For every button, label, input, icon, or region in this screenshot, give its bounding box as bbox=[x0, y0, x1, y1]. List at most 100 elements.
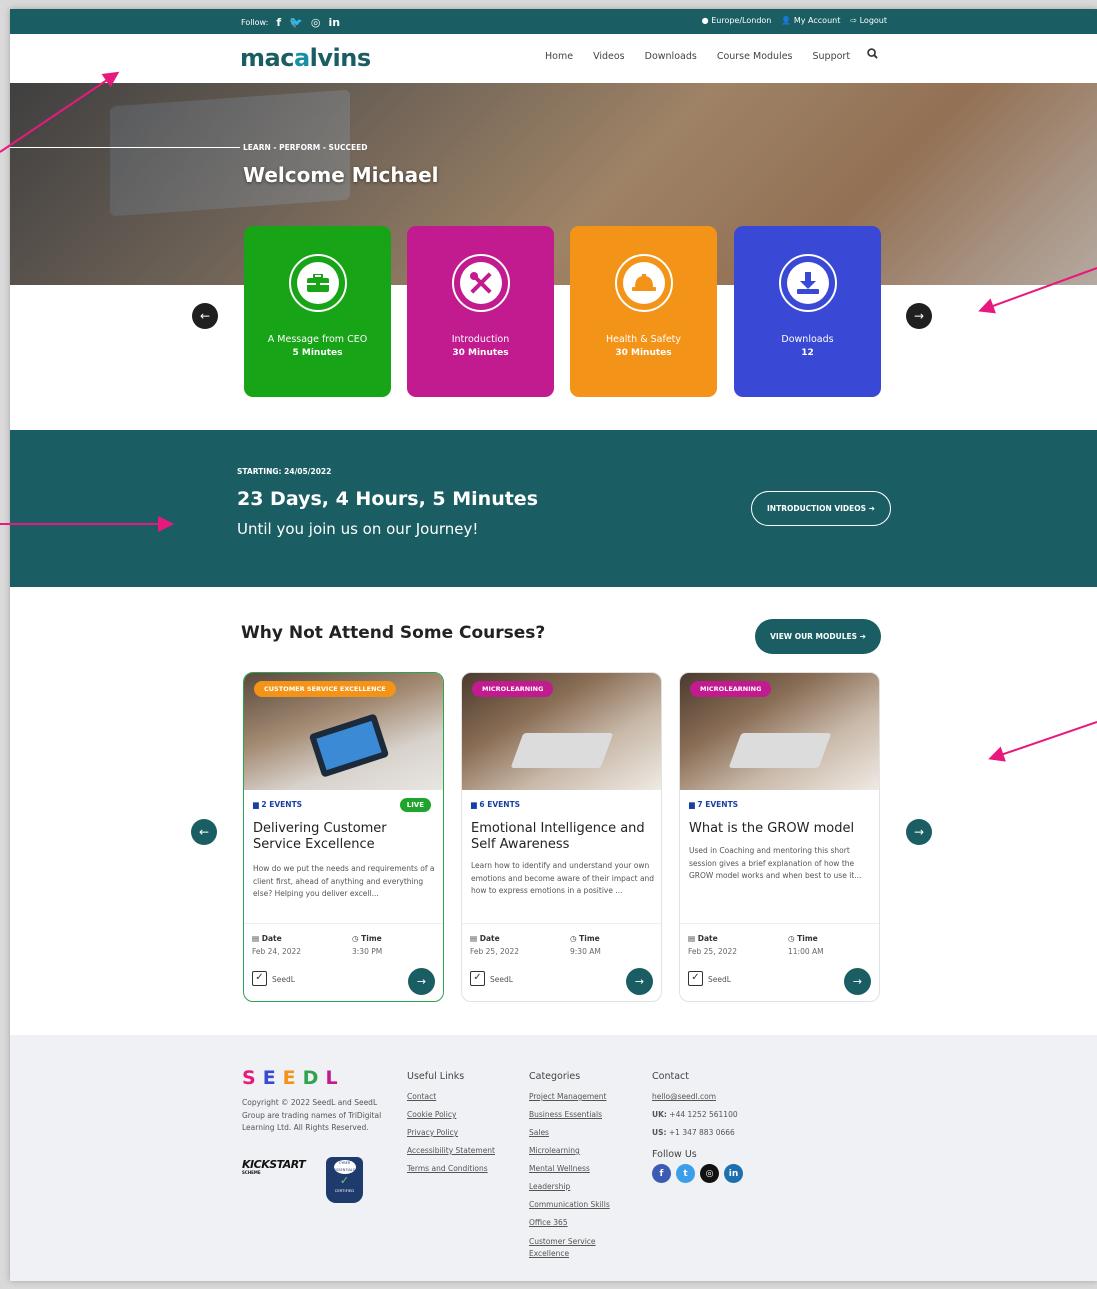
arrow-right-icon: → bbox=[913, 309, 925, 323]
category-link[interactable]: Office 365 bbox=[529, 1218, 624, 1227]
course-time: 9:30 AM bbox=[570, 947, 601, 956]
calendar-icon: ▆ bbox=[689, 800, 695, 809]
category-link[interactable]: Customer Service Excellence bbox=[529, 1236, 624, 1260]
logout-link[interactable]: ⇨ Logout bbox=[850, 16, 887, 25]
tiles-next-button[interactable]: → bbox=[906, 303, 932, 329]
tile-downloads[interactable]: Downloads 12 bbox=[734, 226, 881, 397]
arrow-left-icon: ← bbox=[199, 309, 211, 323]
clock-icon: ◷ bbox=[352, 934, 359, 943]
countdown-banner: STARTING: 24/05/2022 23 Days, 4 Hours, 5… bbox=[10, 430, 1097, 587]
tile-ceo-message[interactable]: A Message from CEO 5 Minutes bbox=[244, 226, 391, 397]
date-label: ▤ Date bbox=[252, 934, 282, 943]
facebook-icon[interactable]: f bbox=[276, 16, 281, 29]
nav-menu: Home Videos Downloads Course Modules Sup… bbox=[545, 51, 850, 62]
category-link[interactable]: Sales bbox=[529, 1128, 624, 1137]
course-date: Feb 25, 2022 bbox=[688, 947, 738, 956]
course-events: ▆ 6 EVENTS bbox=[471, 800, 521, 809]
logout-icon: ⇨ bbox=[850, 16, 858, 25]
tile-health-safety[interactable]: Health & Safety 30 Minutes bbox=[570, 226, 717, 397]
nav-item-videos[interactable]: Videos bbox=[593, 51, 625, 62]
seedl-logo[interactable]: SEEDL bbox=[242, 1067, 345, 1089]
twitter-icon[interactable]: 🐦 bbox=[289, 16, 303, 29]
footer-link-terms[interactable]: Terms and Conditions bbox=[407, 1164, 495, 1173]
course-organizer: SeedL bbox=[708, 975, 731, 984]
course-title[interactable]: What is the GROW model bbox=[689, 821, 874, 837]
courses-prev-button[interactable]: ← bbox=[191, 819, 217, 845]
course-tag: CUSTOMER SERVICE EXCELLENCE bbox=[254, 681, 396, 697]
checkbox-icon: ✓ bbox=[470, 971, 485, 986]
category-link[interactable]: Project Management bbox=[529, 1092, 624, 1101]
uk-phone: UK: +44 1252 561100 bbox=[652, 1110, 738, 1119]
user-icon: 👤 bbox=[781, 16, 792, 25]
category-link[interactable]: Communication Skills bbox=[529, 1200, 624, 1209]
my-account-link[interactable]: 👤 My Account bbox=[781, 16, 840, 25]
footer-link-privacy-policy[interactable]: Privacy Policy bbox=[407, 1128, 495, 1137]
calendar-icon: ▤ bbox=[470, 934, 478, 943]
category-link[interactable]: Mental Wellness bbox=[529, 1164, 624, 1173]
social-links: f t ◎ in bbox=[652, 1164, 743, 1183]
nav-item-course-modules[interactable]: Course Modules bbox=[717, 51, 793, 62]
instagram-icon[interactable]: ◎ bbox=[311, 16, 321, 29]
date-label: ▤ Date bbox=[688, 934, 718, 943]
twitter-icon[interactable]: t bbox=[676, 1164, 695, 1183]
globe-icon: ● bbox=[701, 16, 709, 25]
search-icon[interactable] bbox=[867, 48, 878, 62]
facebook-icon[interactable]: f bbox=[652, 1164, 671, 1183]
course-card[interactable]: CUSTOMER SERVICE EXCELLENCE ▆ 2 EVENTS L… bbox=[243, 672, 444, 1002]
tools-icon bbox=[459, 262, 502, 304]
categories-heading: Categories bbox=[529, 1071, 581, 1082]
useful-links-column: Useful Links Contact Cookie Policy Priva… bbox=[407, 1071, 495, 1182]
category-link[interactable]: Microlearning bbox=[529, 1146, 624, 1155]
view-modules-button[interactable]: VIEW OUR MODULES ➔ bbox=[755, 619, 881, 654]
useful-links-heading: Useful Links bbox=[407, 1071, 465, 1082]
course-title[interactable]: Emotional Intelligence and Self Awarenes… bbox=[471, 821, 656, 853]
course-go-button[interactable]: → bbox=[626, 968, 653, 995]
course-card[interactable]: MICROLEARNING ▆ 6 EVENTS Emotional Intel… bbox=[461, 672, 662, 1002]
courses-next-button[interactable]: → bbox=[906, 819, 932, 845]
download-icon bbox=[786, 262, 829, 304]
courses-heading: Why Not Attend Some Courses? bbox=[241, 623, 546, 643]
page: Follow: f 🐦 ◎ in ● Europe/London 👤 My Ac… bbox=[10, 9, 1097, 1281]
footer-link-cookie-policy[interactable]: Cookie Policy bbox=[407, 1110, 495, 1119]
course-title[interactable]: Delivering Customer Service Excellence bbox=[253, 821, 438, 853]
linkedin-icon[interactable]: in bbox=[724, 1164, 743, 1183]
category-link[interactable]: Leadership bbox=[529, 1182, 624, 1191]
timezone-link[interactable]: ● Europe/London bbox=[702, 16, 772, 25]
footer-link-contact[interactable]: Contact bbox=[407, 1092, 495, 1101]
follow-label: Follow: bbox=[241, 18, 269, 27]
arrow-right-icon: → bbox=[634, 975, 645, 988]
course-tag: MICROLEARNING bbox=[472, 681, 554, 697]
course-description: Learn how to identify and understand you… bbox=[471, 861, 655, 895]
arrow-left-icon: ← bbox=[198, 825, 210, 839]
footer: SEEDL Copyright © 2022 SeedL and SeedL G… bbox=[10, 1035, 1097, 1281]
footer-link-accessibility[interactable]: Accessibility Statement bbox=[407, 1146, 495, 1155]
course-go-button[interactable]: → bbox=[844, 968, 871, 995]
top-bar: Follow: f 🐦 ◎ in ● Europe/London 👤 My Ac… bbox=[10, 9, 1097, 34]
hardhat-icon bbox=[622, 262, 665, 304]
nav-item-home[interactable]: Home bbox=[545, 51, 573, 62]
contact-email[interactable]: hello@seedl.com bbox=[652, 1092, 743, 1101]
briefcase-icon bbox=[296, 262, 339, 304]
follow-links: Follow: f 🐦 ◎ in bbox=[241, 16, 340, 29]
contact-column: Contact hello@seedl.com UK: +44 1252 561… bbox=[652, 1071, 743, 1183]
course-time: 3:30 PM bbox=[352, 947, 383, 956]
course-organizer: SeedL bbox=[490, 975, 513, 984]
macalvins-logo[interactable]: macalvins bbox=[240, 44, 371, 72]
tile-introduction[interactable]: Introduction 30 Minutes bbox=[407, 226, 554, 397]
linkedin-icon[interactable]: in bbox=[328, 16, 340, 29]
nav-item-support[interactable]: Support bbox=[813, 51, 851, 62]
calendar-icon: ▤ bbox=[688, 934, 696, 943]
category-link[interactable]: Business Essentials bbox=[529, 1110, 624, 1119]
course-go-button[interactable]: → bbox=[408, 968, 435, 995]
course-tag: MICROLEARNING bbox=[690, 681, 772, 697]
instagram-icon[interactable]: ◎ bbox=[700, 1164, 719, 1183]
arrow-right-icon: → bbox=[913, 825, 925, 839]
nav-item-downloads[interactable]: Downloads bbox=[645, 51, 697, 62]
tiles-prev-button[interactable]: ← bbox=[192, 303, 218, 329]
introduction-videos-button[interactable]: INTRODUCTION VIDEOS ➔ bbox=[751, 491, 891, 526]
calendar-icon: ▆ bbox=[471, 800, 477, 809]
cyber-essentials-badge: CYBER ESSENTIALS ✓ CERTIFIED bbox=[326, 1157, 363, 1203]
clock-icon: ◷ bbox=[570, 934, 577, 943]
course-card[interactable]: MICROLEARNING ▆ 7 EVENTS What is the GRO… bbox=[679, 672, 880, 1002]
hero-eyebrow: LEARN - PERFORM - SUCCEED bbox=[243, 143, 368, 152]
